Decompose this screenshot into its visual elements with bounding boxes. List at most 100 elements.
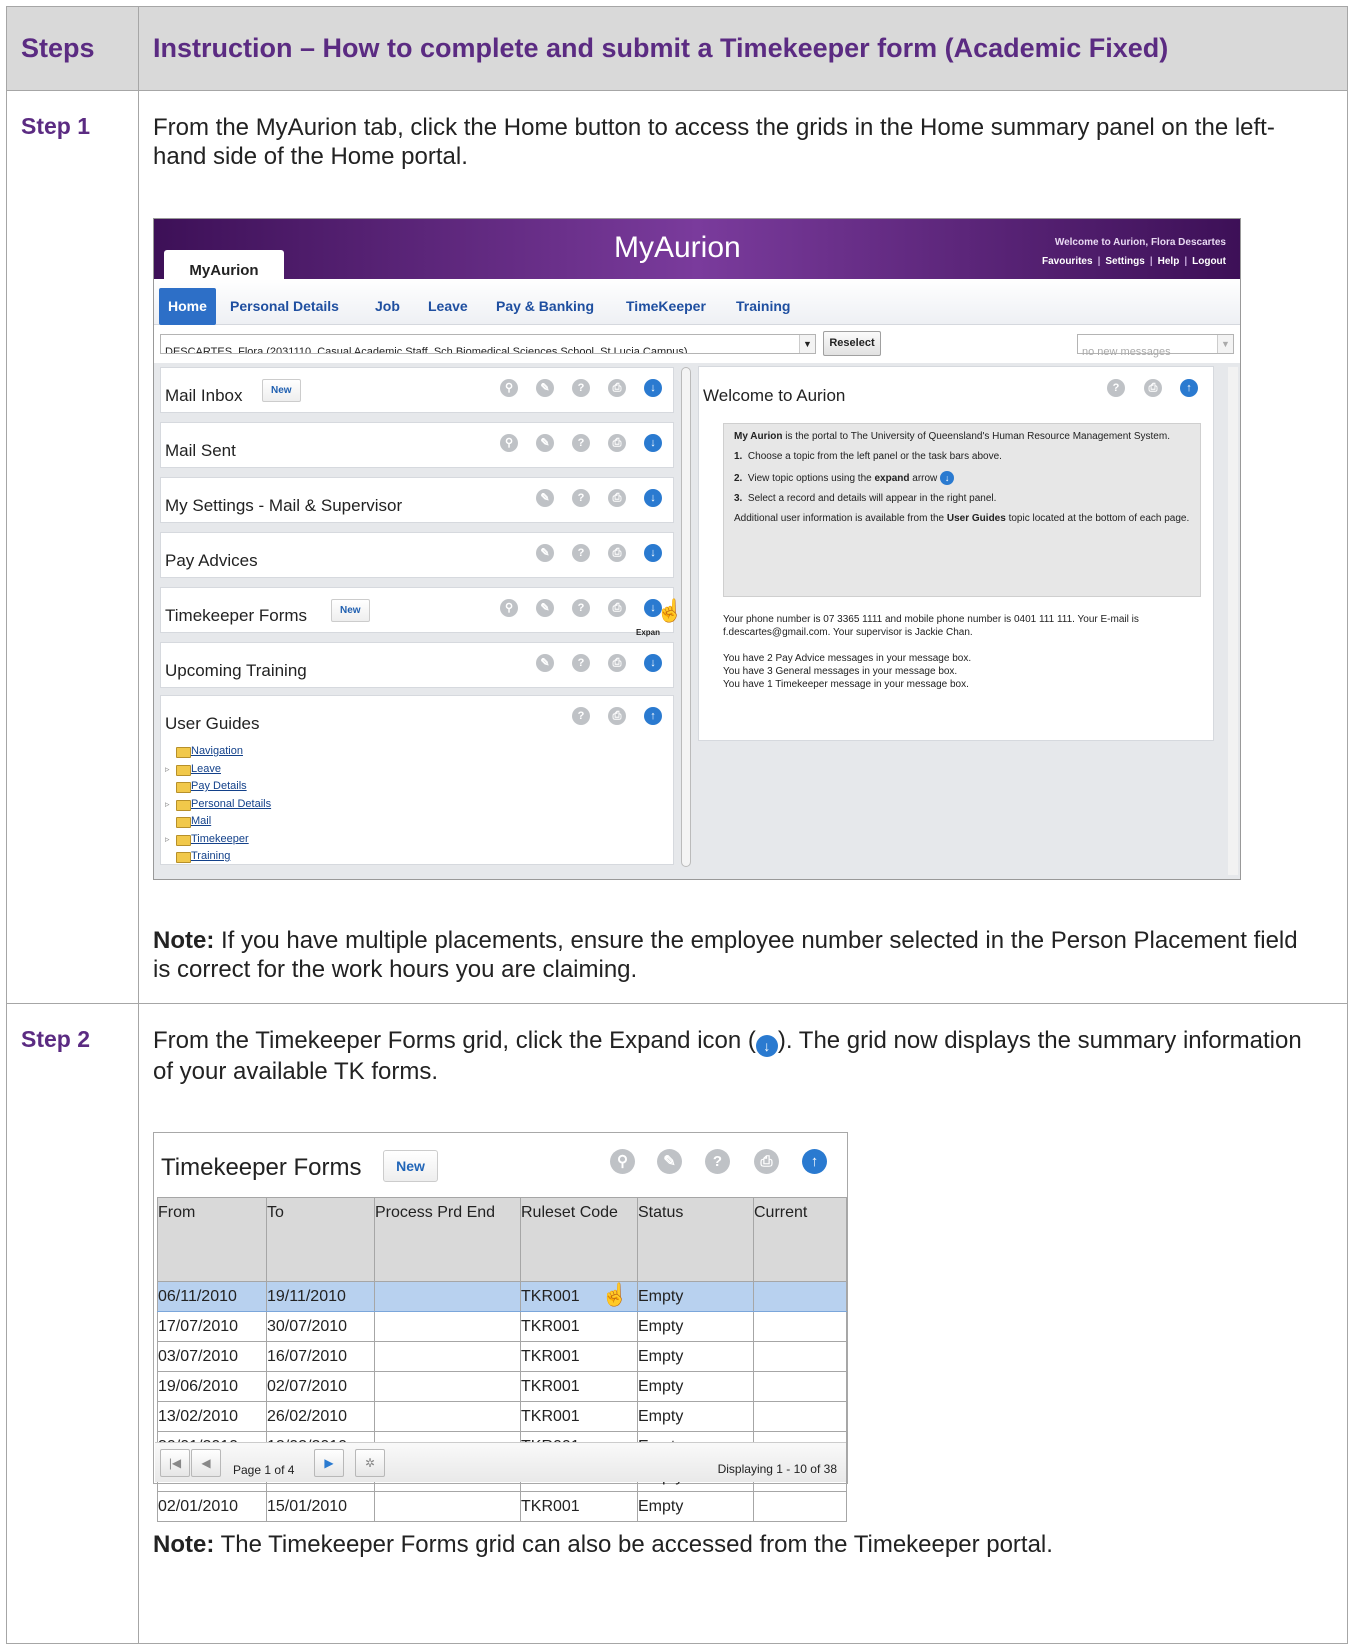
- print-icon[interactable]: ⎙: [608, 489, 626, 507]
- expand-icon[interactable]: ↓: [644, 434, 662, 452]
- help-icon[interactable]: ?: [1107, 379, 1125, 397]
- table-row[interactable]: 13/02/2010 26/02/2010 TKR001 Empty: [157, 1401, 847, 1432]
- splitter-scrollbar[interactable]: [681, 367, 691, 867]
- logout-link[interactable]: Logout: [1192, 256, 1226, 267]
- nav-training[interactable]: Training: [736, 292, 790, 321]
- reselect-button[interactable]: Reselect: [823, 331, 881, 356]
- settings-link[interactable]: Settings: [1105, 256, 1144, 267]
- wrench-icon[interactable]: ✎: [536, 379, 554, 397]
- wrench-icon[interactable]: ✎: [657, 1149, 682, 1174]
- search-icon[interactable]: ⚲: [500, 434, 518, 452]
- messages-select[interactable]: no new messages ▼: [1077, 334, 1234, 358]
- expand-icon: ↓: [755, 1035, 778, 1057]
- nav-job[interactable]: Job: [375, 292, 400, 321]
- table-row[interactable]: 19/06/2010 02/07/2010 TKR001 Empty: [157, 1371, 847, 1402]
- expand-icon[interactable]: ↓: [644, 489, 662, 507]
- myaurion-tab[interactable]: MyAurion: [164, 250, 284, 280]
- collapse-icon[interactable]: ↑: [644, 707, 662, 725]
- nav-personal-details[interactable]: Personal Details: [230, 292, 339, 321]
- help-icon[interactable]: ?: [572, 707, 590, 725]
- column-header[interactable]: Process Prd End: [374, 1197, 521, 1282]
- expand-icon[interactable]: ↓: [644, 654, 662, 672]
- contact-info: Your phone number is 07 3365 1111 and mo…: [723, 613, 1193, 691]
- expand-icon[interactable]: ↓: [644, 379, 662, 397]
- panel-user-guides: User Guides ? ⎙ ↑ Navigation Leave Pay D…: [160, 695, 674, 865]
- panel-pay-advices[interactable]: Pay Advices ✎ ? ⎙ ↓: [160, 532, 674, 578]
- print-icon[interactable]: ⎙: [608, 654, 626, 672]
- wrench-icon[interactable]: ✎: [536, 599, 554, 617]
- help-icon[interactable]: ?: [572, 654, 590, 672]
- print-icon[interactable]: ⎙: [608, 707, 626, 725]
- guide-link[interactable]: Mail: [165, 813, 271, 831]
- new-button[interactable]: New: [331, 599, 370, 622]
- table-row[interactable]: 17/07/2010 30/07/2010 TKR001 Empty: [157, 1311, 847, 1342]
- panel-upcoming-training[interactable]: Upcoming Training ✎ ? ⎙ ↓: [160, 642, 674, 688]
- column-header[interactable]: Ruleset Code: [520, 1197, 638, 1282]
- wrench-icon[interactable]: ✎: [536, 489, 554, 507]
- nav-timekeeper[interactable]: TimeKeeper: [626, 292, 706, 321]
- panel-mail-sent[interactable]: Mail Sent ⚲ ✎ ? ⎙ ↓: [160, 422, 674, 468]
- collapse-icon[interactable]: ↑: [1180, 379, 1198, 397]
- collapse-icon[interactable]: ↑: [802, 1149, 827, 1174]
- first-page-icon[interactable]: |◀: [160, 1449, 190, 1477]
- help-icon[interactable]: ?: [572, 489, 590, 507]
- table-row[interactable]: 06/11/2010 19/11/2010 TKR001 ☝ Empty: [157, 1281, 847, 1312]
- favourites-link[interactable]: Favourites: [1042, 256, 1093, 267]
- column-header[interactable]: Status: [637, 1197, 754, 1282]
- message-count-3: You have 1 Timekeeper message in your me…: [723, 679, 969, 690]
- guide-link[interactable]: Leave: [165, 761, 271, 779]
- search-icon[interactable]: ⚲: [610, 1149, 635, 1174]
- table-cell: Empty: [637, 1311, 754, 1342]
- wrench-icon[interactable]: ✎: [536, 544, 554, 562]
- print-icon[interactable]: ⎙: [608, 434, 626, 452]
- step-1-text: From the MyAurion tab, click the Home bu…: [153, 114, 1275, 170]
- guide-link[interactable]: Training: [165, 848, 271, 866]
- column-header[interactable]: Current: [753, 1197, 847, 1282]
- timekeeper-forms-grid-screenshot: Timekeeper Forms New ⚲ ✎ ? ⎙ ↑ From To P…: [153, 1132, 848, 1522]
- note-text: If you have multiple placements, ensure …: [153, 927, 1298, 983]
- column-header[interactable]: To: [266, 1197, 375, 1282]
- step-1-content: From the MyAurion tab, click the Home bu…: [138, 90, 1348, 1004]
- search-icon[interactable]: ⚲: [500, 379, 518, 397]
- additional-end: topic located at the bottom of each page…: [1005, 513, 1190, 524]
- guide-link[interactable]: Pay Details: [165, 778, 271, 796]
- table-cell: 16/07/2010: [266, 1341, 375, 1372]
- new-button[interactable]: New: [262, 379, 301, 402]
- note-label: Note:: [153, 927, 215, 954]
- nav-home[interactable]: Home: [159, 288, 216, 325]
- table-row[interactable]: 03/07/2010 16/07/2010 TKR001 Empty: [157, 1341, 847, 1372]
- print-icon[interactable]: ⎙: [608, 544, 626, 562]
- wrench-icon[interactable]: ✎: [536, 434, 554, 452]
- print-icon[interactable]: ⎙: [754, 1149, 779, 1174]
- panel-mail-inbox[interactable]: Mail Inbox New ⚲ ✎ ? ⎙ ↓: [160, 367, 674, 413]
- new-button[interactable]: New: [383, 1150, 438, 1182]
- help-icon[interactable]: ?: [572, 544, 590, 562]
- help-link[interactable]: Help: [1158, 256, 1180, 267]
- column-header[interactable]: From: [157, 1197, 267, 1282]
- print-icon[interactable]: ⎙: [608, 379, 626, 397]
- search-icon[interactable]: ⚲: [500, 599, 518, 617]
- guide-link[interactable]: Personal Details: [165, 796, 271, 814]
- next-page-icon[interactable]: ▶: [314, 1449, 344, 1477]
- help-icon[interactable]: ?: [572, 379, 590, 397]
- panel-timekeeper-forms[interactable]: Timekeeper Forms New ⚲ ✎ ? ⎙ ↓ Expan ☝: [160, 587, 683, 637]
- table-cell: 17/07/2010: [157, 1311, 267, 1342]
- person-placement-select[interactable]: DESCARTES, Flora (2031110, Casual Academ…: [160, 334, 816, 354]
- instruction-column-header: Instruction – How to complete and submit…: [138, 6, 1348, 91]
- table-row[interactable]: 02/01/2010 15/01/2010 TKR001 Empty: [157, 1491, 847, 1522]
- prev-page-icon[interactable]: ◀: [191, 1449, 221, 1477]
- help-icon[interactable]: ?: [705, 1149, 730, 1174]
- wrench-icon[interactable]: ✎: [536, 654, 554, 672]
- panel-my-settings[interactable]: My Settings - Mail & Supervisor ✎ ? ⎙ ↓: [160, 477, 674, 523]
- help-icon[interactable]: ?: [572, 434, 590, 452]
- expand-icon[interactable]: ↓: [644, 544, 662, 562]
- print-icon[interactable]: ⎙: [608, 599, 626, 617]
- print-icon[interactable]: ⎙: [1144, 379, 1162, 397]
- nav-leave[interactable]: Leave: [428, 292, 468, 321]
- guide-link[interactable]: Navigation: [165, 743, 271, 761]
- help-icon[interactable]: ?: [572, 599, 590, 617]
- nav-pay-banking[interactable]: Pay & Banking: [496, 292, 594, 321]
- page-scrollbar[interactable]: [1228, 367, 1238, 875]
- refresh-icon[interactable]: ✲: [355, 1449, 385, 1477]
- guide-link[interactable]: Timekeeper: [165, 831, 271, 849]
